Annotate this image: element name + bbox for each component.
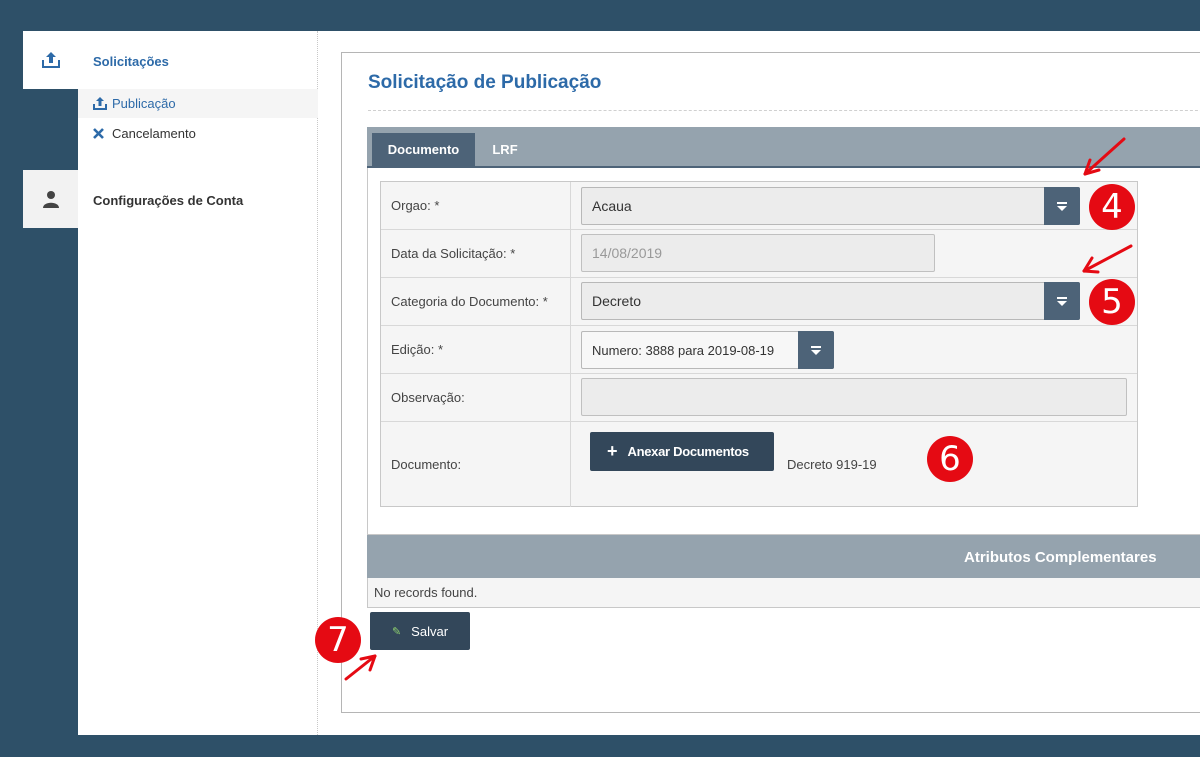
chevron-down-icon[interactable] — [798, 331, 834, 369]
close-icon — [93, 128, 108, 139]
plus-icon: + — [607, 441, 618, 461]
document-form: Orgao: * Acaua Data da Solicitação: * 14… — [380, 181, 1138, 507]
sidebar: Solicitações Publicação Cancelamento Con… — [78, 31, 318, 735]
categoria-select[interactable]: Decreto — [581, 282, 1080, 320]
form-row-orgao: Orgao: * Acaua — [381, 182, 1137, 230]
date-field[interactable]: 14/08/2019 — [581, 234, 935, 272]
upload-icon — [93, 97, 108, 110]
sidebar-section-account[interactable]: Configurações de Conta — [93, 193, 243, 208]
form-row-edicao: Edição: * Numero: 3888 para 2019-08-19 — [381, 326, 1137, 374]
categoria-label: Categoria do Documento: * — [381, 278, 571, 325]
page-title: Solicitação de Publicação — [368, 72, 602, 93]
sidebar-section-requests[interactable]: Solicitações — [93, 54, 169, 69]
tab-bar: Documento LRF — [367, 127, 1200, 168]
categoria-value: Decreto — [592, 293, 642, 309]
save-button[interactable]: ✎ Salvar — [370, 612, 470, 650]
tab-lrf[interactable]: LRF — [480, 133, 530, 166]
edicao-select[interactable]: Numero: 3888 para 2019-08-19 — [581, 331, 834, 369]
requests-rail-tile[interactable] — [23, 31, 79, 89]
chevron-down-icon[interactable] — [1044, 187, 1080, 225]
attach-documents-button[interactable]: + Anexar Documentos — [590, 432, 774, 471]
annotation-badge-5: 5 — [1089, 279, 1135, 325]
form-row-data: Data da Solicitação: * 14/08/2019 — [381, 230, 1137, 278]
annotation-badge-6: 6 — [927, 436, 973, 482]
form-row-documento: Documento: + Anexar Documentos Decreto 9… — [381, 422, 1137, 507]
pencil-icon: ✎ — [391, 625, 402, 638]
attached-file-name: Decreto 919-19 — [787, 457, 877, 472]
tab-documento[interactable]: Documento — [372, 133, 475, 166]
form-row-observacao: Observação: — [381, 374, 1137, 422]
attributes-empty-message: No records found. — [367, 578, 1200, 608]
chevron-down-icon[interactable] — [1044, 282, 1080, 320]
orgao-select[interactable]: Acaua — [581, 187, 1080, 225]
form-row-categoria: Categoria do Documento: * Decreto — [381, 278, 1137, 326]
divider — [368, 110, 1200, 111]
orgao-label: Orgao: * — [381, 182, 571, 229]
documento-label: Documento: — [381, 422, 571, 507]
observacao-field[interactable] — [581, 378, 1127, 416]
attributes-title: Atributos Complementares — [964, 549, 1157, 566]
annotation-badge-4: 4 — [1089, 184, 1135, 230]
sidebar-item-label: Cancelamento — [112, 126, 196, 141]
sidebar-item-cancelamento[interactable]: Cancelamento — [78, 119, 318, 148]
edicao-label: Edição: * — [381, 326, 571, 373]
sidebar-item-publicacao[interactable]: Publicação — [78, 89, 318, 118]
save-button-label: Salvar — [411, 623, 449, 639]
user-icon — [43, 191, 59, 208]
account-rail-tile[interactable] — [23, 170, 79, 228]
edicao-value: Numero: 3888 para 2019-08-19 — [592, 342, 775, 358]
data-label: Data da Solicitação: * — [381, 230, 571, 277]
upload-tray-icon — [42, 52, 60, 68]
sidebar-item-label: Publicação — [112, 96, 176, 111]
annotation-badge-7: 7 — [315, 617, 361, 663]
orgao-value: Acaua — [592, 198, 632, 214]
attach-button-label: Anexar Documentos — [627, 444, 750, 459]
attributes-header: Atributos Complementares — [367, 535, 1200, 578]
observacao-label: Observação: — [381, 374, 571, 421]
